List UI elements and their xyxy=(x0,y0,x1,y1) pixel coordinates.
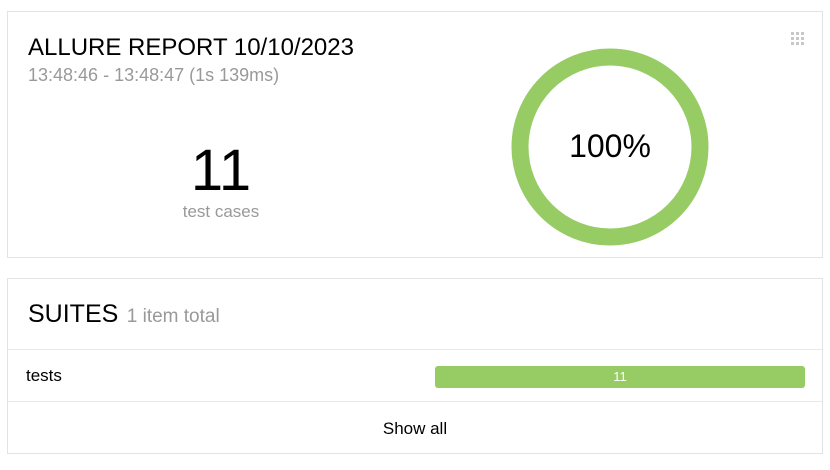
suites-widget: SUITES 1 item total tests 11 Show all xyxy=(7,278,823,454)
report-time-range: 13:48:46 - 13:48:47 (1s 139ms) xyxy=(28,65,280,85)
suite-passed-count: 11 xyxy=(613,369,627,384)
test-case-count-label: test cases xyxy=(182,202,260,221)
suites-header: SUITES 1 item total xyxy=(28,300,220,329)
suites-title: SUITES xyxy=(28,300,119,328)
suites-total: 1 item total xyxy=(126,306,220,327)
suite-row-tests[interactable]: tests 11 xyxy=(8,349,822,401)
show-all-label: Show all xyxy=(382,419,448,438)
grip-icon[interactable] xyxy=(791,32,805,48)
suite-status-bar: 11 xyxy=(435,366,805,388)
show-all-link[interactable]: Show all xyxy=(8,401,822,453)
pass-rate-text: 100% xyxy=(569,128,651,164)
suite-name: tests xyxy=(26,366,62,385)
summary-widget: ALLURE REPORT 10/10/2023 13:48:46 - 13:4… xyxy=(7,11,823,258)
test-case-count: 11 xyxy=(190,138,252,203)
report-title: ALLURE REPORT 10/10/2023 xyxy=(28,34,354,61)
